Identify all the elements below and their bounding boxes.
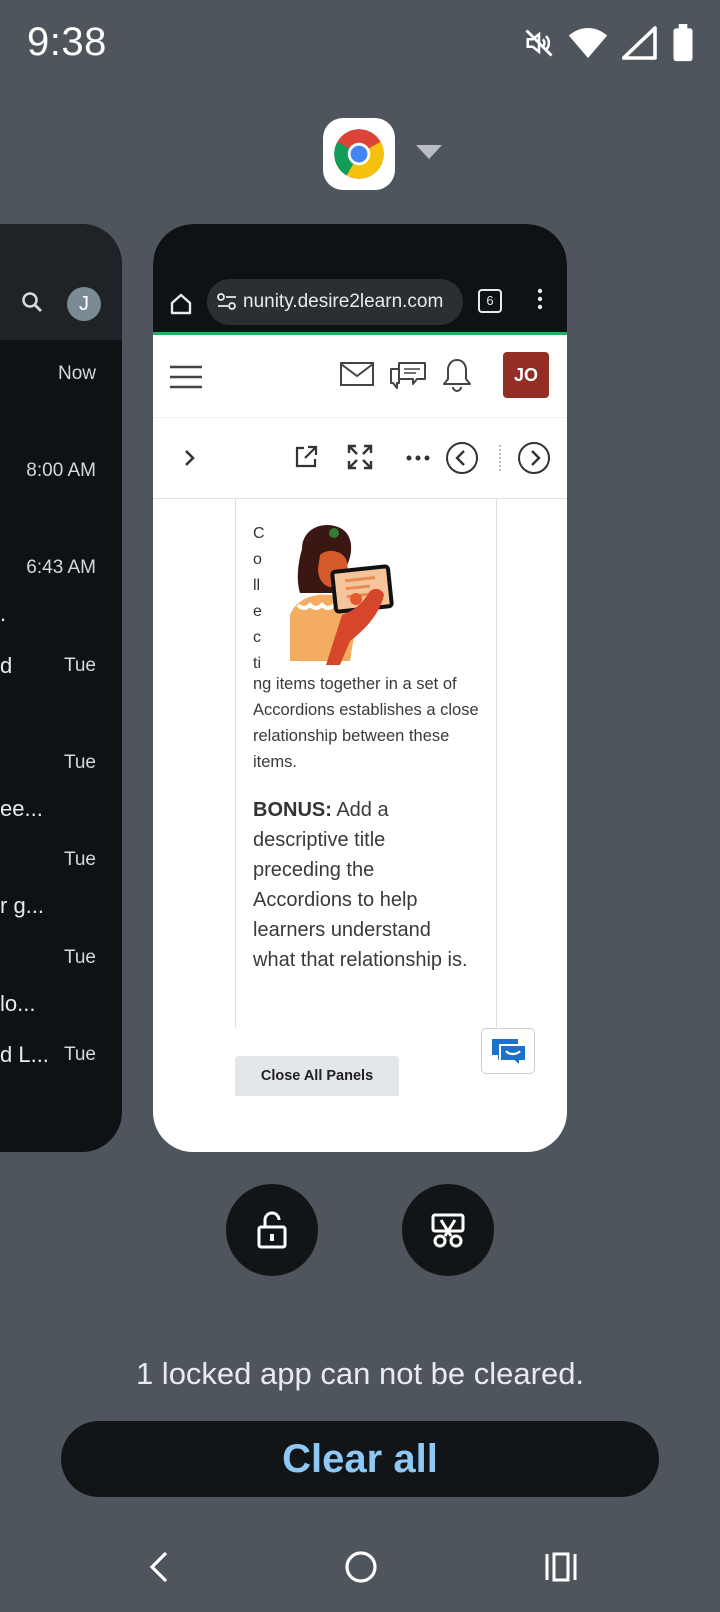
list-item[interactable]: Tue r g...: [0, 849, 122, 918]
chat-widget-button[interactable]: [481, 1028, 535, 1074]
chat-icon[interactable]: [389, 359, 427, 393]
bonus-text: Add a descriptive title preceding the Ac…: [253, 799, 468, 971]
wrapped-word: C o ll e c ti: [253, 525, 265, 672]
more-vert-icon[interactable]: [536, 288, 544, 310]
recent-app-card-gmail[interactable]: J Now 8:00 AM 6:43 AM. d Tue Tue ee... Tue…: [0, 224, 122, 1152]
menu-icon[interactable]: [169, 365, 203, 389]
navigation-bar: [0, 1540, 720, 1600]
list-item[interactable]: Tue ee...: [0, 752, 122, 821]
status-time: 9:38: [27, 20, 107, 64]
close-all-panels-button[interactable]: Close All Panels: [235, 1056, 399, 1096]
home-nav-icon[interactable]: [344, 1550, 378, 1584]
fullscreen-icon[interactable]: [347, 444, 373, 470]
home-icon[interactable]: [169, 292, 193, 316]
recents-icon[interactable]: [544, 1552, 578, 1582]
caret-down-icon[interactable]: [415, 144, 443, 160]
site-header: JO: [153, 335, 567, 418]
battery-icon: [673, 24, 693, 62]
mute-icon: [525, 29, 553, 57]
next-topic-icon[interactable]: [517, 441, 551, 475]
gmail-header: J: [0, 224, 122, 340]
unlock-icon: [257, 1211, 287, 1249]
more-horiz-icon[interactable]: [405, 454, 431, 462]
recent-app-header[interactable]: [323, 118, 443, 192]
girl-with-tablet-illustration: [290, 525, 394, 665]
back-icon[interactable]: [146, 1550, 172, 1584]
url-bar[interactable]: nunity.desire2learn.com: [207, 279, 463, 325]
split-screen-button[interactable]: [402, 1184, 494, 1276]
avatar[interactable]: J: [67, 287, 101, 321]
site-settings-icon[interactable]: [217, 293, 237, 311]
mail-icon[interactable]: [339, 359, 375, 389]
tab-switcher-button[interactable]: 6: [478, 289, 502, 313]
chat-bubble-icon: [492, 1039, 527, 1069]
toolbar-divider: [499, 445, 501, 471]
bonus-label: BONUS:: [253, 799, 332, 821]
list-item[interactable]: d L... Tue: [0, 1042, 122, 1084]
chevron-right-icon[interactable]: [183, 448, 197, 468]
user-avatar-button[interactable]: JO: [503, 352, 549, 398]
status-icons: [524, 24, 694, 62]
chrome-logo-icon: [334, 129, 384, 179]
lock-app-button[interactable]: [226, 1184, 318, 1276]
chrome-toolbar: nunity.desire2learn.com 6: [153, 224, 567, 332]
bell-icon[interactable]: [441, 357, 473, 393]
previous-topic-icon[interactable]: [445, 441, 479, 475]
list-item[interactable]: 8:00 AM: [0, 460, 122, 500]
content-frame: C o ll e c ti ng items together in a set…: [235, 499, 497, 1027]
recent-app-card-chrome[interactable]: nunity.desire2learn.com 6 JO C o ll e c …: [153, 224, 567, 1152]
status-bar: 9:38: [0, 0, 720, 90]
list-item[interactable]: 6:43 AM.: [0, 557, 122, 626]
list-item[interactable]: d Tue: [0, 653, 122, 695]
signal-icon: [622, 26, 657, 60]
accordion-paragraph: ng items together in a set of Accordions…: [253, 675, 479, 771]
clear-all-button[interactable]: Clear all: [61, 1421, 659, 1497]
split-screen-icon: [431, 1213, 465, 1248]
url-text: nunity.desire2learn.com: [243, 291, 444, 312]
wifi-icon: [568, 28, 608, 58]
locked-app-message: 1 locked app can not be cleared.: [135, 1356, 585, 1391]
list-item[interactable]: Tue lo...: [0, 947, 122, 1016]
list-item[interactable]: Now: [0, 363, 122, 403]
content-toolbar: [153, 418, 567, 499]
search-icon[interactable]: [20, 290, 44, 314]
bonus-paragraph: BONUS: Add a descriptive title preceding…: [253, 795, 473, 975]
open-external-icon[interactable]: [293, 444, 319, 470]
chrome-icon[interactable]: [323, 118, 395, 190]
